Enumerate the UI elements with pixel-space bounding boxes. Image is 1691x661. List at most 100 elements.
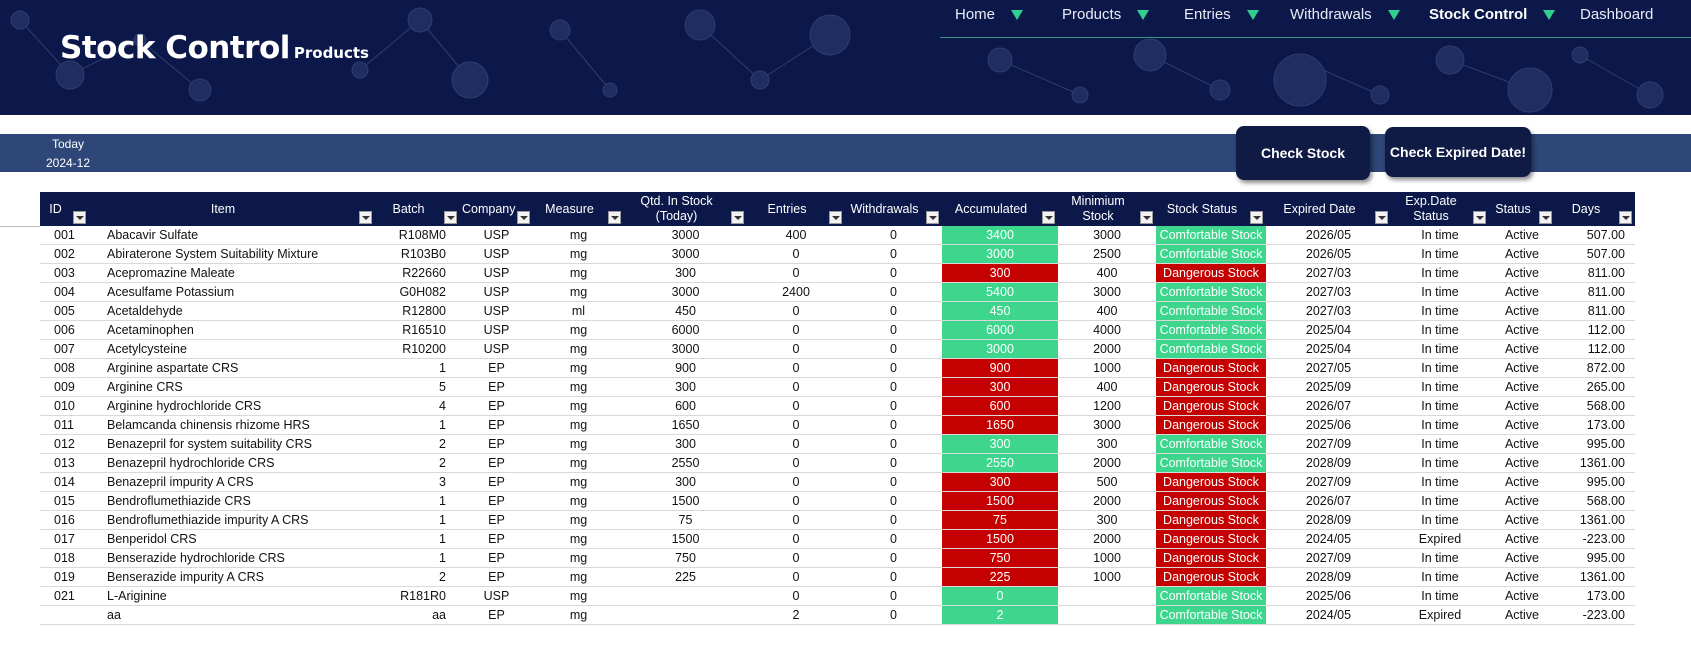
cell-accumulated[interactable]: 3000 — [942, 339, 1058, 359]
table-row[interactable]: 003 Acepromazine Maleate R22660 USP mg 300 0 0 3… — [40, 263, 1635, 283]
cell-exp-date-status[interactable]: In time — [1391, 320, 1489, 340]
cell-item[interactable]: Belamcanda chinensis rhizome HRS — [89, 415, 375, 435]
cell-measure[interactable]: mg — [533, 567, 624, 587]
cell-withdrawals[interactable]: 0 — [845, 529, 942, 549]
cell-days[interactable]: 872.00 — [1555, 358, 1635, 378]
cell-company[interactable]: USP — [460, 244, 533, 264]
cell-withdrawals[interactable]: 0 — [845, 548, 942, 568]
cell-expired-date[interactable]: 2028/09 — [1266, 567, 1391, 587]
cell-qty-in-stock[interactable]: 450 — [624, 301, 747, 321]
cell-id[interactable]: 018 — [40, 548, 89, 568]
cell-entries[interactable]: 0 — [747, 339, 845, 359]
cell-item[interactable]: Acesulfame Potassium — [89, 282, 375, 302]
cell-minimum-stock[interactable]: 400 — [1058, 377, 1156, 397]
cell-accumulated[interactable]: 6000 — [942, 320, 1058, 340]
cell-exp-date-status[interactable]: In time — [1391, 510, 1489, 530]
cell-company[interactable]: USP — [460, 282, 533, 302]
cell-batch[interactable]: 2 — [375, 567, 460, 587]
cell-accumulated[interactable]: 3000 — [942, 244, 1058, 264]
cell-status[interactable]: Active — [1489, 339, 1555, 359]
cell-measure[interactable]: mg — [533, 529, 624, 549]
cell-exp-date-status[interactable]: In time — [1391, 244, 1489, 264]
table-row[interactable]: 019 Benserazide impurity A CRS 2 EP mg 225 0 0 2… — [40, 567, 1635, 587]
table-row[interactable]: 010 Arginine hydrochloride CRS 4 EP mg 600 0 0 6… — [40, 396, 1635, 416]
cell-stock-status[interactable]: Comfortable Stock — [1156, 453, 1266, 473]
cell-expired-date[interactable]: 2027/03 — [1266, 301, 1391, 321]
cell-stock-status[interactable]: Dangerous Stock — [1156, 377, 1266, 397]
cell-id[interactable]: 009 — [40, 377, 89, 397]
cell-item[interactable]: Arginine CRS — [89, 377, 375, 397]
cell-exp-date-status[interactable]: In time — [1391, 358, 1489, 378]
table-row[interactable]: 015 Bendroflumethiazide CRS 1 EP mg 1500 0 0 150… — [40, 491, 1635, 511]
cell-minimum-stock[interactable] — [1058, 586, 1156, 606]
cell-status[interactable]: Active — [1489, 472, 1555, 492]
cell-status[interactable]: Active — [1489, 453, 1555, 473]
cell-item[interactable]: aa — [89, 605, 375, 625]
table-row[interactable]: 006 Acetaminophen R16510 USP mg 6000 0 0 6000 400… — [40, 320, 1635, 340]
cell-days[interactable]: 995.00 — [1555, 548, 1635, 568]
cell-batch[interactable]: 3 — [375, 472, 460, 492]
check-expired-date-button[interactable]: Check Expired Date! — [1385, 127, 1531, 177]
cell-measure[interactable]: mg — [533, 282, 624, 302]
cell-item[interactable]: Benserazide hydrochloride CRS — [89, 548, 375, 568]
cell-stock-status[interactable]: Comfortable Stock — [1156, 244, 1266, 264]
cell-expired-date[interactable]: 2026/05 — [1266, 226, 1391, 245]
filter-dropdown-icon[interactable] — [73, 211, 86, 224]
nav-dashboard[interactable]: Dashboard — [1580, 6, 1653, 23]
cell-stock-status[interactable]: Comfortable Stock — [1156, 226, 1266, 245]
cell-withdrawals[interactable]: 0 — [845, 586, 942, 606]
cell-withdrawals[interactable]: 0 — [845, 415, 942, 435]
cell-withdrawals[interactable]: 0 — [845, 226, 942, 245]
cell-batch[interactable]: 2 — [375, 434, 460, 454]
cell-measure[interactable]: mg — [533, 320, 624, 340]
cell-accumulated[interactable]: 2550 — [942, 453, 1058, 473]
cell-exp-date-status[interactable]: In time — [1391, 434, 1489, 454]
cell-id[interactable]: 004 — [40, 282, 89, 302]
cell-item[interactable]: Arginine hydrochloride CRS — [89, 396, 375, 416]
cell-withdrawals[interactable]: 0 — [845, 301, 942, 321]
cell-status[interactable]: Active — [1489, 263, 1555, 283]
cell-days[interactable]: 507.00 — [1555, 226, 1635, 245]
cell-company[interactable]: EP — [460, 510, 533, 530]
cell-status[interactable]: Active — [1489, 358, 1555, 378]
cell-withdrawals[interactable]: 0 — [845, 339, 942, 359]
cell-stock-status[interactable]: Comfortable Stock — [1156, 282, 1266, 302]
cell-expired-date[interactable]: 2025/06 — [1266, 586, 1391, 606]
filter-dropdown-icon[interactable] — [444, 211, 457, 224]
cell-days[interactable]: 811.00 — [1555, 263, 1635, 283]
cell-status[interactable]: Active — [1489, 491, 1555, 511]
filter-dropdown-icon[interactable] — [829, 211, 842, 224]
cell-item[interactable]: Acetylcysteine — [89, 339, 375, 359]
cell-company[interactable]: EP — [460, 529, 533, 549]
nav-withdrawals[interactable]: Withdrawals — [1290, 6, 1400, 23]
cell-id[interactable]: 015 — [40, 491, 89, 511]
nav-stock-control[interactable]: Stock Control — [1429, 6, 1556, 23]
cell-expired-date[interactable]: 2027/09 — [1266, 472, 1391, 492]
cell-qty-in-stock[interactable]: 1500 — [624, 491, 747, 511]
cell-stock-status[interactable]: Comfortable Stock — [1156, 301, 1266, 321]
cell-expired-date[interactable]: 2027/05 — [1266, 358, 1391, 378]
cell-withdrawals[interactable]: 0 — [845, 263, 942, 283]
cell-batch[interactable]: 2 — [375, 453, 460, 473]
cell-company[interactable]: EP — [460, 434, 533, 454]
table-row[interactable]: 005 Acetaldehyde R12800 USP ml 450 0 0 450 400 Com… — [40, 301, 1635, 321]
filter-dropdown-icon[interactable] — [926, 211, 939, 224]
cell-days[interactable]: 811.00 — [1555, 301, 1635, 321]
cell-stock-status[interactable]: Dangerous Stock — [1156, 529, 1266, 549]
cell-company[interactable]: EP — [460, 548, 533, 568]
cell-days[interactable]: -223.00 — [1555, 529, 1635, 549]
check-stock-button[interactable]: Check Stock — [1236, 126, 1370, 180]
cell-item[interactable]: Bendroflumethiazide impurity A CRS — [89, 510, 375, 530]
cell-status[interactable]: Active — [1489, 226, 1555, 245]
cell-exp-date-status[interactable]: In time — [1391, 548, 1489, 568]
cell-item[interactable]: Bendroflumethiazide CRS — [89, 491, 375, 511]
cell-qty-in-stock[interactable]: 75 — [624, 510, 747, 530]
cell-accumulated[interactable]: 225 — [942, 567, 1058, 587]
filter-dropdown-icon[interactable] — [731, 211, 744, 224]
cell-qty-in-stock[interactable]: 600 — [624, 396, 747, 416]
cell-exp-date-status[interactable]: Expired — [1391, 605, 1489, 625]
cell-minimum-stock[interactable]: 1000 — [1058, 548, 1156, 568]
table-row[interactable]: 016 Bendroflumethiazide impurity A CRS 1 EP… — [40, 510, 1635, 530]
cell-accumulated[interactable]: 3400 — [942, 226, 1058, 245]
cell-id[interactable]: 013 — [40, 453, 89, 473]
